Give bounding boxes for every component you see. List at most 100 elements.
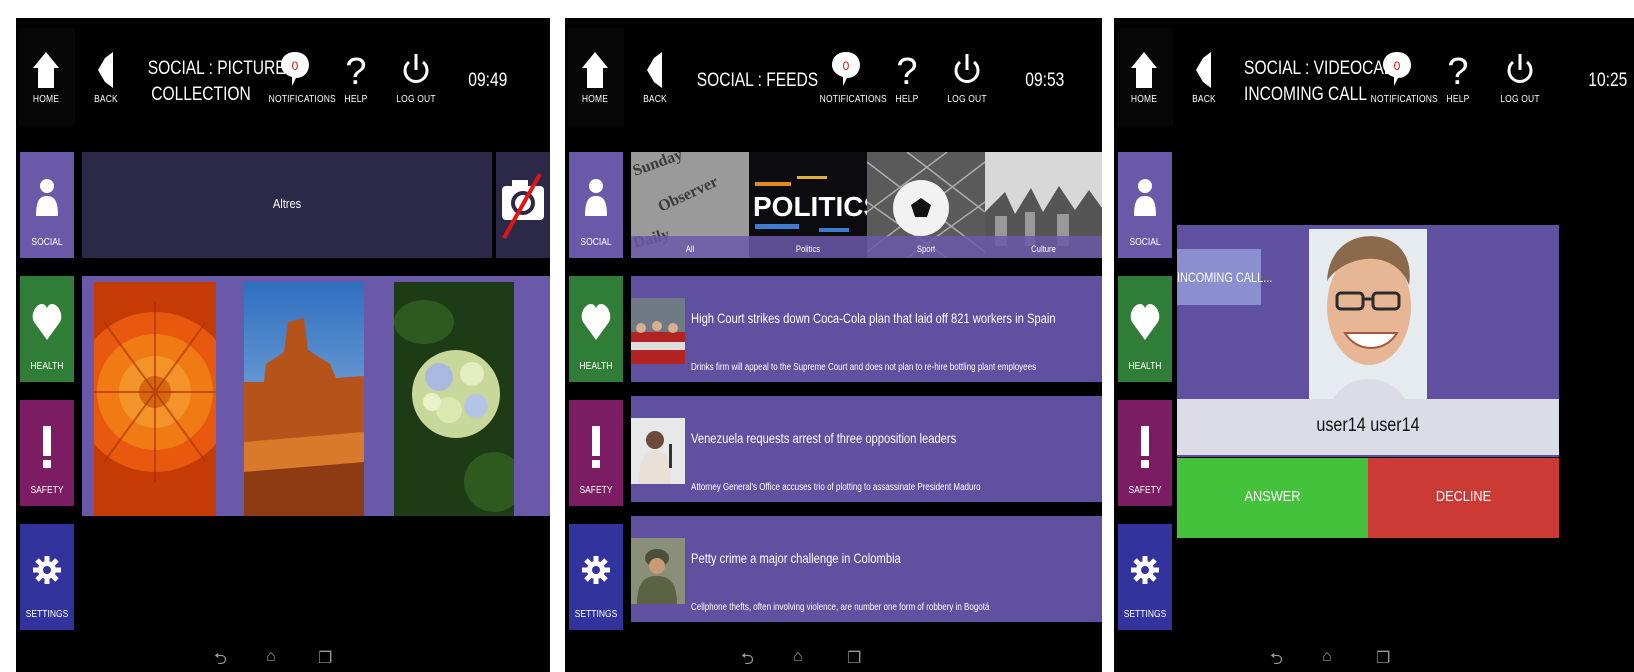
clock: 09:53 (1025, 70, 1065, 91)
sidebar-item-settings[interactable]: SETTINGS (569, 524, 623, 630)
soldier-thumbnail (631, 538, 685, 604)
top-bar: HOME BACK SOCIAL : VIDEOCALL : INCOMING … (1114, 18, 1634, 128)
category-all[interactable]: SundayObserverDaily All (631, 152, 749, 258)
news-item[interactable]: Petty crime a major challenge in Colombi… (631, 516, 1102, 622)
answer-button[interactable]: ANSWER (1177, 458, 1368, 538)
caller-name-bar: user14 user14 (1177, 399, 1559, 455)
sidebar-item-settings[interactable]: SETTINGS (1118, 524, 1172, 630)
sidebar-item-social[interactable]: SOCIAL (569, 152, 623, 258)
gear-icon (33, 556, 61, 584)
page-title: SOCIAL : VIDEOCALL : INCOMING CALL (1244, 58, 1410, 105)
svg-text:?: ? (345, 51, 366, 90)
no-camera-button[interactable] (496, 152, 550, 258)
recents-icon[interactable]: ❐ (318, 648, 332, 668)
notifications-button[interactable]: 0 NOTIFICATIONS (815, 50, 887, 130)
home-button[interactable]: HOME (1114, 50, 1174, 130)
no-camera-icon (502, 173, 544, 239)
sidebar-item-health[interactable]: HEALTH (569, 276, 623, 382)
notification-bubble-icon: 0 (1383, 52, 1411, 86)
home-button[interactable]: HOME (565, 50, 625, 130)
category-politics[interactable]: POLITICS Politics (749, 152, 867, 258)
notification-bubble-icon: 0 (832, 52, 860, 86)
tablet-screen-feeds: HOME BACK SOCIAL : FEEDS 0 NOTIFICATIONS… (565, 18, 1102, 672)
back-button[interactable]: BACK (76, 50, 136, 130)
system-nav-bar: ⮌ ⌂ ❐ (565, 644, 1102, 672)
notification-count: 0 (1394, 59, 1401, 73)
top-bar: HOME BACK SOCIAL : FEEDS 0 NOTIFICATIONS… (565, 18, 1102, 128)
sidebar-item-safety[interactable]: SAFETY (569, 400, 623, 506)
tablet-screen-videocall: HOME BACK SOCIAL : VIDEOCALL : INCOMING … (1114, 18, 1634, 672)
back-arrow-icon (1196, 52, 1211, 88)
clock: 10:25 (1588, 70, 1628, 91)
question-mark-icon: ? (896, 51, 917, 90)
hydrangea-photo[interactable] (394, 282, 514, 516)
home-icon[interactable]: ⌂ (793, 648, 803, 666)
exclamation-icon (1141, 426, 1149, 468)
logout-button[interactable]: LOG OUT (937, 50, 997, 130)
svg-text:POLITICS: POLITICS (753, 191, 867, 222)
sidebar-item-safety[interactable]: SAFETY (20, 400, 74, 506)
logout-button[interactable]: LOG OUT (386, 50, 446, 130)
notification-count: 0 (292, 59, 299, 73)
back-icon[interactable]: ⮌ (741, 648, 754, 672)
back-button[interactable]: BACK (625, 50, 685, 130)
incoming-call-card: INCOMING CALL... user14 user14 (1177, 225, 1559, 457)
news-item[interactable]: Venezuela requests arrest of three oppos… (631, 396, 1102, 502)
notifications-button[interactable]: 0 NOTIFICATIONS (1366, 50, 1438, 130)
heart-icon (32, 304, 62, 340)
category-culture[interactable]: Culture (985, 152, 1102, 258)
flower-orange-photo[interactable] (94, 282, 216, 516)
logout-button[interactable]: LOG OUT (1490, 50, 1550, 130)
category-sport[interactable]: Sport (867, 152, 985, 258)
person-icon (585, 179, 607, 216)
decline-button[interactable]: DECLINE (1368, 458, 1559, 538)
sidebar-item-health[interactable]: HEALTH (1118, 276, 1172, 382)
question-mark-icon: ? (345, 51, 366, 90)
news-headline: Venezuela requests arrest of three oppos… (691, 430, 957, 446)
home-icon[interactable]: ⌂ (1322, 648, 1332, 666)
help-button[interactable]: ? HELP (877, 50, 937, 130)
system-nav-bar: ⮌ ⌂ ❐ (16, 644, 550, 672)
home-icon (33, 52, 59, 88)
help-button[interactable]: ? HELP (1428, 50, 1488, 130)
news-summary: Attorney General's Office accuses trio o… (691, 482, 981, 493)
heart-icon (581, 304, 611, 340)
back-icon[interactable]: ⮌ (1270, 648, 1283, 672)
album-altres[interactable]: Altres (82, 152, 492, 258)
help-button[interactable]: ? HELP (326, 50, 386, 130)
recents-icon[interactable]: ❐ (847, 648, 861, 668)
notifications-button[interactable]: 0 NOTIFICATIONS (264, 50, 336, 130)
page-title: SOCIAL : FEEDS (696, 70, 819, 91)
heart-icon (1130, 304, 1160, 340)
svg-text:?: ? (896, 51, 917, 90)
sidebar-item-social[interactable]: SOCIAL (1118, 152, 1172, 258)
back-icon[interactable]: ⮌ (214, 648, 227, 672)
top-bar: HOME BACK SOCIAL : PICTURES : COLLECTION… (16, 18, 550, 128)
home-button[interactable]: HOME (16, 50, 76, 130)
notification-bubble-icon: 0 (281, 52, 309, 86)
sidebar-item-settings[interactable]: SETTINGS (20, 524, 74, 630)
back-arrow-icon (647, 52, 662, 88)
gear-icon (1131, 556, 1159, 584)
sidebar-item-health[interactable]: HEALTH (20, 276, 74, 382)
home-icon (1131, 52, 1157, 88)
gear-icon (582, 556, 610, 584)
news-headline: Petty crime a major challenge in Colombi… (691, 550, 901, 566)
recents-icon[interactable]: ❐ (1376, 648, 1390, 668)
desert-butte-photo[interactable] (244, 282, 364, 516)
exclamation-icon (43, 426, 51, 468)
back-arrow-icon (98, 52, 113, 88)
sidebar-item-safety[interactable]: SAFETY (1118, 400, 1172, 506)
protest-thumbnail (631, 298, 685, 364)
notification-count: 0 (843, 59, 850, 73)
news-item[interactable]: High Court strikes down Coca-Cola plan t… (631, 276, 1102, 382)
tablet-screen-pictures: HOME BACK SOCIAL : PICTURES : COLLECTION… (16, 18, 550, 672)
power-icon (403, 54, 429, 83)
home-icon[interactable]: ⌂ (266, 648, 276, 666)
person-icon (36, 179, 58, 216)
sidebar-item-social[interactable]: SOCIAL (20, 152, 74, 258)
person-icon (1134, 179, 1156, 216)
back-button[interactable]: BACK (1174, 50, 1234, 130)
svg-text:?: ? (1447, 51, 1468, 90)
caller-name: user14 user14 (1316, 415, 1420, 436)
